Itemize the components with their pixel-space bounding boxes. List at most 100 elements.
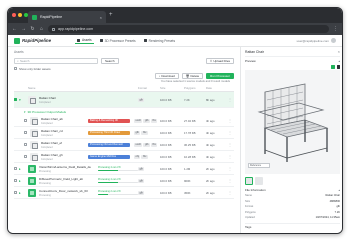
preset-tag[interactable]: Baking & Remeshing 3K	[88, 118, 130, 123]
home-icon[interactable]: ⌂	[39, 26, 44, 32]
column-polygons[interactable]: Polygons	[184, 86, 206, 90]
close-icon[interactable]: ×	[338, 49, 340, 54]
forward-icon[interactable]: →	[21, 26, 26, 32]
close-window-icon[interactable]	[12, 13, 16, 17]
chevron-right-icon[interactable]: ▸	[19, 167, 22, 171]
output-group-header[interactable]: ▾ 3D Processor Output Models	[14, 108, 234, 115]
avatar[interactable]	[331, 38, 336, 43]
row-format: glb	[138, 98, 160, 102]
3d-viewer[interactable]: Reference	[245, 70, 340, 174]
info-key: Polygons	[245, 210, 256, 214]
tab-close-icon[interactable]: ×	[100, 15, 102, 20]
nav-assets-label: Assets	[82, 38, 92, 42]
search-button-label: Search	[105, 58, 115, 63]
row-checkbox[interactable]	[24, 131, 27, 134]
row-menu-icon[interactable]: ⋮	[226, 167, 234, 171]
new-tab-icon[interactable]: +	[109, 12, 113, 18]
row-menu-icon[interactable]: ⋮	[226, 179, 234, 183]
row-checkbox[interactable]	[14, 191, 17, 194]
account-menu[interactable]: user@rapidpipeline.com	[297, 38, 336, 43]
row-lead: ▸	[14, 191, 28, 195]
column-size[interactable]: Size	[160, 86, 184, 90]
nav-rendering-presets[interactable]: Rendering Presets	[142, 37, 177, 44]
table-row[interactable]: Rattan Chair_ef Completed Processing Old…	[14, 139, 234, 151]
row-checkbox[interactable]	[14, 98, 17, 101]
preset-tag[interactable]: Processing Third 3K Draw	[88, 130, 130, 135]
view-select[interactable]: Reference	[248, 163, 270, 168]
favicon-icon	[32, 14, 37, 20]
main-nav: Assets 3D Processor Presets Rendering Pr…	[75, 37, 177, 44]
chevron-right-icon[interactable]: ▸	[19, 179, 22, 183]
browser-menu-icon[interactable]: ⋮	[333, 26, 338, 32]
row-status: Completed	[41, 157, 53, 161]
delete-button[interactable]: 🗑 Delete	[181, 72, 204, 79]
thumbnail-item[interactable]	[255, 177, 263, 185]
address-bar[interactable]: app.rapidpipeline.com	[48, 25, 329, 33]
nav-assets[interactable]: Assets	[75, 37, 94, 44]
column-format[interactable]: Format	[138, 86, 160, 90]
chevron-right-icon[interactable]: ▸	[19, 191, 22, 195]
table-row[interactable]: ▸ Vision/Mcm/Lanterns_Field_Details_de P…	[14, 163, 234, 175]
row-checkbox[interactable]	[24, 155, 27, 158]
preset-tag-cell: Baking & Remeshing 3K	[88, 118, 134, 123]
info-section-header[interactable]: File Information ▴	[245, 186, 340, 193]
table-row[interactable]: ▾ Rattan Chair Completed glb 100.0 KB 7.…	[14, 92, 234, 108]
tab-title: RapidPipeline	[40, 15, 63, 19]
table-row[interactable]: Rattan Chair_ab Completed Baking & Remes…	[14, 115, 234, 127]
row-name: Rattan Chair Completed	[36, 96, 138, 104]
toggle-icon[interactable]	[331, 65, 335, 69]
nav-processor-presets[interactable]: 3D Processor Presets	[98, 37, 138, 44]
info-value: 10/07/2024, 11:35am	[315, 216, 340, 220]
row-checkbox[interactable]	[24, 119, 27, 122]
row-menu-icon[interactable]: ⋮	[226, 155, 234, 159]
tags-section-header[interactable]: Tags	[245, 222, 340, 230]
row-menu-icon[interactable]: ⋮	[226, 119, 234, 123]
thumbnail-item[interactable]	[245, 177, 253, 185]
format-pill: glb	[143, 118, 150, 123]
preset-tag[interactable]: Game Engine Mid Res	[88, 154, 130, 159]
table-row[interactable]: ▸ DiffusedTurmeric_Field_Light_ab Proces…	[14, 175, 234, 187]
reload-icon[interactable]: ↻	[30, 26, 35, 32]
row-title: Rattan Chair_gh	[41, 152, 63, 157]
info-value: glb	[336, 205, 340, 209]
chevron-down-icon: ▾	[24, 109, 26, 114]
row-formats: usdz glb fbx	[134, 142, 160, 147]
viewer-thumbnails	[245, 174, 340, 186]
minimize-window-icon[interactable]	[18, 13, 22, 17]
window-controls[interactable]	[12, 13, 28, 17]
info-value: Rattan Chair	[325, 194, 340, 198]
upload-button[interactable]: ⇪ Upload Files	[205, 57, 234, 64]
run-processor-button[interactable]: Run Processor	[206, 72, 234, 79]
model-thumbnail	[30, 140, 38, 149]
browser-tab[interactable]: RapidPipeline ×	[28, 11, 106, 23]
row-checkbox[interactable]	[14, 179, 17, 182]
row-size: 100.0 KB	[160, 154, 172, 159]
row-checkbox[interactable]	[24, 143, 27, 146]
row-menu-icon[interactable]: ⋮	[226, 143, 234, 147]
row-menu-icon[interactable]: ⋮	[226, 131, 234, 135]
table-row[interactable]: ▸ ConnectConv_Floor_network_sb_63 Proces…	[14, 187, 234, 199]
app-logo[interactable]: RapidPipeline	[14, 37, 51, 44]
search-button[interactable]: Search	[101, 57, 119, 64]
table-row[interactable]: Rattan Chair_cd Completed Processing Thi…	[14, 127, 234, 139]
preview-section-header[interactable]: Preview ▴	[245, 57, 340, 64]
row-menu-icon[interactable]: ⋮	[226, 191, 234, 195]
row-date: 8h ago	[206, 97, 215, 102]
fullscreen-icon[interactable]	[336, 65, 340, 69]
row-menu-icon[interactable]: ⋮	[226, 98, 234, 102]
folder-filter[interactable]: Show only folder assets	[14, 65, 234, 72]
search-input[interactable]: ⌕ Search	[14, 57, 98, 64]
progress-label: Processing 2 out of 8	[98, 189, 121, 193]
row-checkbox[interactable]	[14, 167, 17, 170]
info-title: File Information	[245, 187, 266, 192]
table-row[interactable]: Rattan Chair_gh Completed Game Engine Mi…	[14, 151, 234, 163]
preset-tag[interactable]: Processing Old and Remesh	[88, 142, 130, 147]
folder-filter-checkbox[interactable]	[14, 67, 17, 70]
download-button[interactable]: ↓ Download	[154, 72, 179, 79]
column-name[interactable]: Name	[14, 86, 138, 90]
back-icon[interactable]: ←	[12, 26, 17, 32]
chevron-down-icon[interactable]: ▾	[19, 98, 22, 102]
info-row: Updated 10/07/2024, 11:35am	[245, 215, 340, 221]
row-lead: ▾	[14, 98, 28, 102]
column-date[interactable]: Date	[206, 86, 226, 90]
